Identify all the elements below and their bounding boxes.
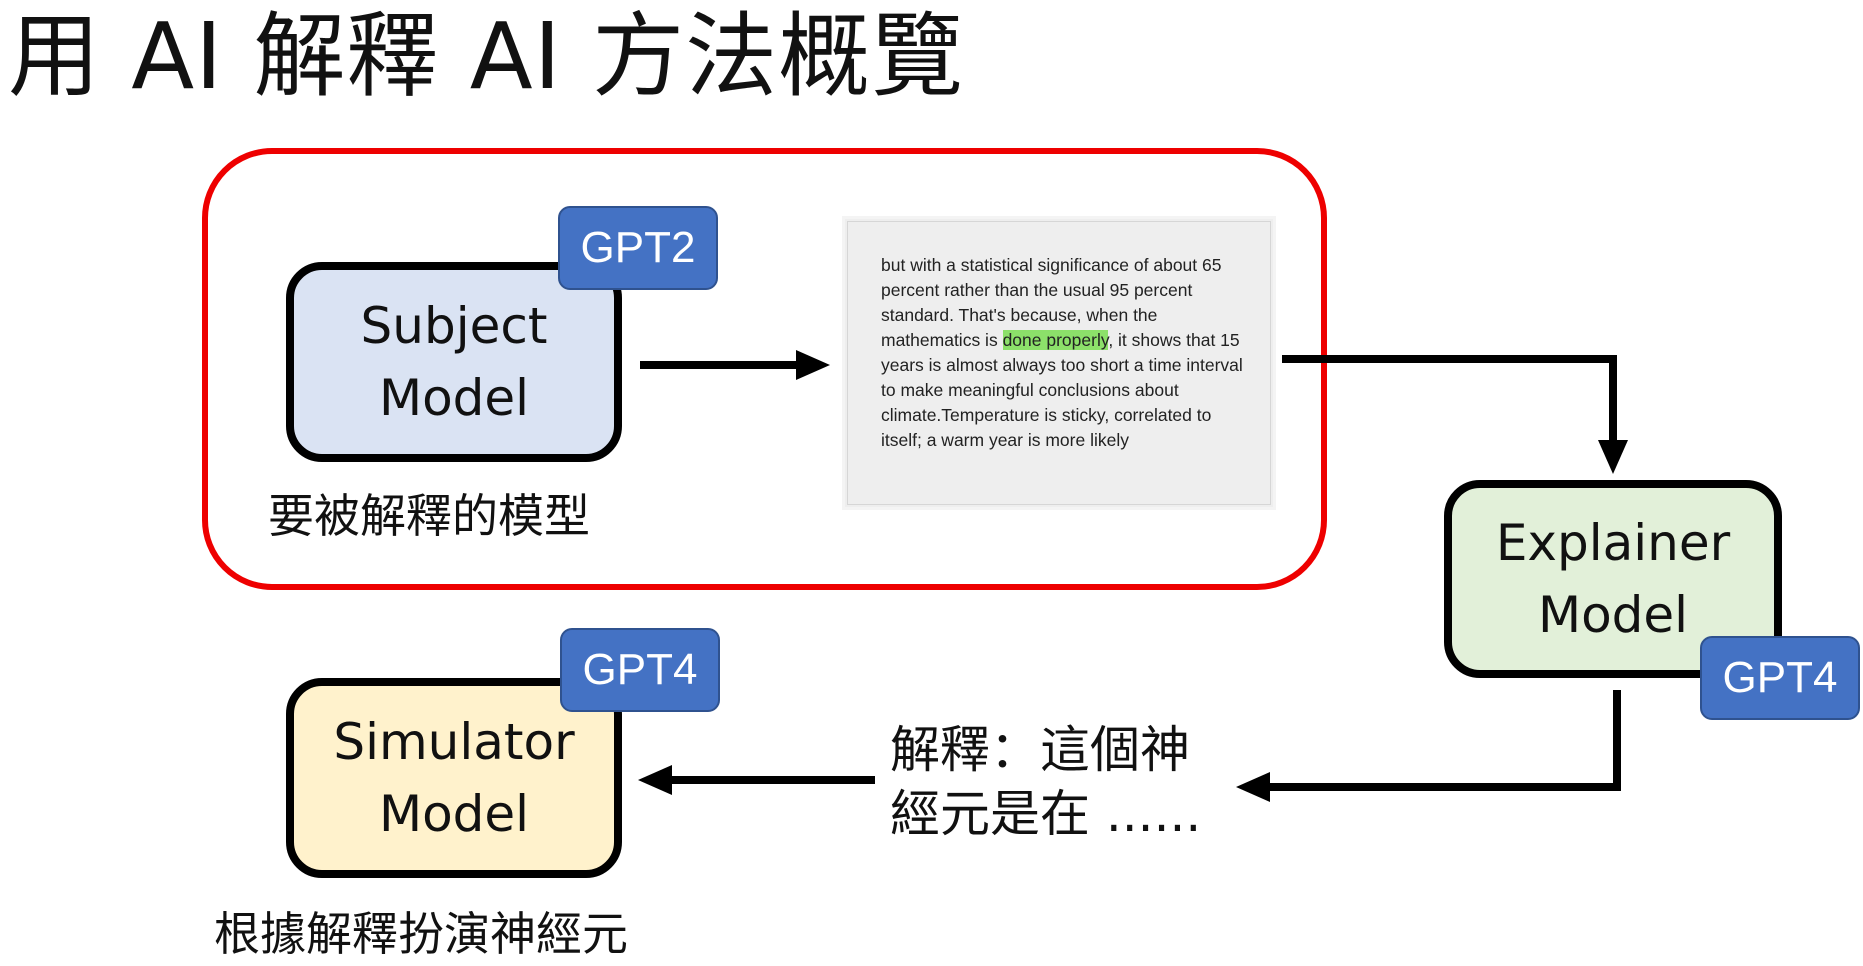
- arrow-explanation-to-simulator: [638, 765, 875, 795]
- flow-arrows: [638, 350, 1628, 802]
- arrow-subject-to-text: [640, 350, 830, 380]
- arrow-text-to-explainer: [1282, 355, 1628, 474]
- arrow-explainer-to-explanation: [1236, 690, 1621, 802]
